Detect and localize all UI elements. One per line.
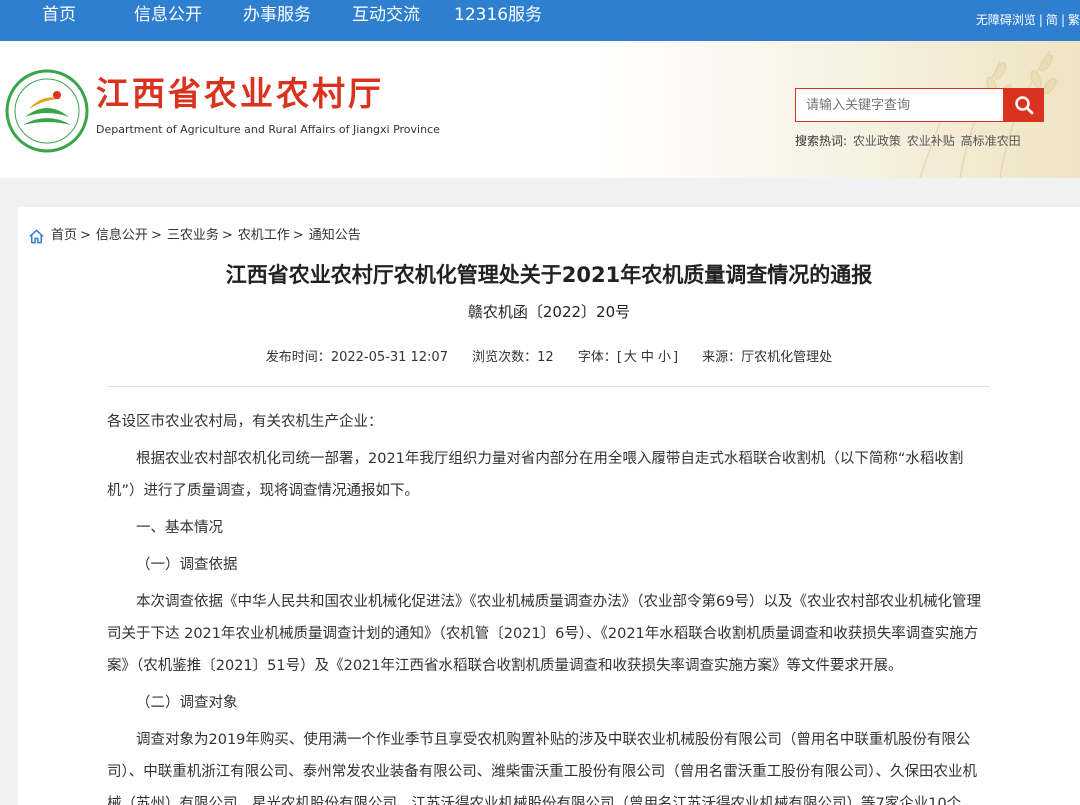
util-links: 无障碍浏览 | 简 | 繁: [976, 11, 1080, 29]
simplified-link[interactable]: 简: [1046, 13, 1058, 27]
breadcrumb-arrow: >: [292, 228, 304, 243]
article-meta: 发布时间：2022-05-31 12:07 浏览次数：12 字体：[大中小] 来…: [18, 348, 1080, 368]
nav-home[interactable]: 首页: [42, 4, 76, 26]
logo-icon[interactable]: [5, 69, 89, 153]
hot-word-link[interactable]: 农业补贴: [907, 134, 955, 148]
site-title: 江西省农业农村厅: [96, 74, 384, 113]
font-size-label: 字体：[: [577, 350, 622, 365]
nav-services[interactable]: 办事服务: [243, 4, 311, 26]
subsection-heading: （二）调查对象: [136, 695, 238, 711]
publish-time-label: 发布时间：: [265, 350, 331, 365]
breadcrumb-notices[interactable]: 通知公告: [309, 227, 361, 245]
article-source: 厅农机化管理处: [741, 350, 833, 365]
breadcrumb-info-public[interactable]: 信息公开: [96, 227, 148, 245]
hot-words: 搜索热词: 农业政策 农业补贴 高标准农田: [795, 133, 1021, 149]
breadcrumb-arrow: >: [80, 228, 91, 243]
document-number: 赣农机函〔2022〕20号: [467, 303, 631, 321]
view-count: 12: [537, 350, 554, 365]
subsection-heading: （一）调查依据: [136, 557, 238, 573]
breadcrumb-machinery[interactable]: 农机工作: [238, 227, 290, 245]
search-icon: [1014, 96, 1033, 115]
salutation: 各设区市农业农村局，有关农机生产企业：: [107, 414, 383, 430]
site-header: 江西省农业农村厅 Department of Agriculture and R…: [0, 41, 1080, 178]
font-medium-button[interactable]: 中: [641, 350, 654, 365]
top-nav: 首页 信息公开 办事服务 互动交流 12316服务 无障碍浏览 | 简 | 繁: [0, 0, 1080, 41]
article-title: 江西省农业农村厅农机化管理处关于2021年农机质量调查情况的通报: [225, 263, 873, 287]
breadcrumb-agri-business[interactable]: 三农业务: [167, 227, 219, 245]
home-icon[interactable]: [28, 228, 45, 245]
hot-word-link[interactable]: 高标准农田: [961, 134, 1021, 148]
util-separator: |: [1038, 13, 1043, 27]
nav-12316[interactable]: 12316服务: [454, 4, 542, 26]
site-subtitle: Department of Agriculture and Rural Affa…: [96, 123, 440, 136]
hot-word-link[interactable]: 农业政策: [853, 134, 901, 148]
paragraph: 本次调查依据《中华人民共和国农业机械化促进法》《农业机械质量调查办法》（农业部令…: [107, 594, 981, 674]
font-size-close: ]: [672, 350, 679, 365]
breadcrumb-arrow: >: [150, 228, 162, 243]
accessibility-link[interactable]: 无障碍浏览: [976, 13, 1036, 27]
article-body: 各设区市农业农村局，有关农机生产企业： 根据农业农村部农机化司统一部署，2021…: [107, 406, 990, 805]
breadcrumb-home[interactable]: 首页: [51, 227, 77, 245]
views-label: 浏览次数：: [472, 350, 538, 365]
font-small-button[interactable]: 小: [658, 350, 671, 365]
search-button[interactable]: [1003, 88, 1044, 122]
search-input[interactable]: [795, 88, 1004, 122]
section-heading: 一、基本情况: [136, 520, 223, 536]
paragraph: 调查对象为2019年购买、使用满一个作业季节且享受农机购置补贴的涉及中联农业机械…: [107, 732, 977, 805]
breadcrumb-arrow: >: [221, 228, 233, 243]
util-separator: |: [1060, 13, 1065, 27]
traditional-link[interactable]: 繁: [1068, 13, 1080, 27]
divider: [107, 386, 990, 387]
source-label: 来源：: [702, 350, 742, 365]
nav-info-public[interactable]: 信息公开: [134, 4, 202, 26]
content-card: 首页 > 信息公开 > 三农业务 > 农机工作 > 通知公告 江西省农业农村厅农机化管理…: [18, 207, 1080, 805]
publish-time: 2022-05-31 12:07: [330, 350, 448, 365]
paragraph: 根据农业农村部农机化司统一部署，2021年我厅组织力量对省内部分在用全喂入履带自…: [107, 451, 964, 499]
nav-interaction[interactable]: 互动交流: [352, 4, 420, 26]
font-large-button[interactable]: 大: [624, 350, 637, 365]
hot-words-label: 搜索热词:: [795, 134, 848, 148]
breadcrumb: 首页 > 信息公开 > 三农业务 > 农机工作 > 通知公告: [28, 227, 361, 245]
